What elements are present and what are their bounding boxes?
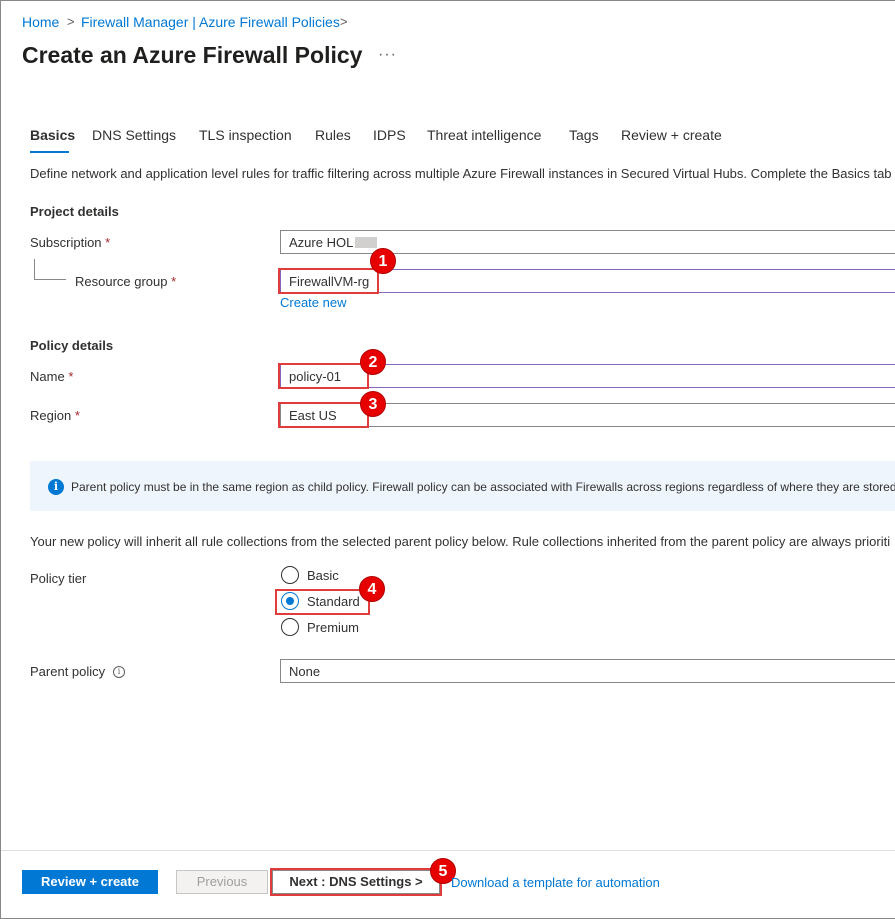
radio-basic-label[interactable]: Basic bbox=[307, 568, 339, 583]
highlight-box bbox=[278, 268, 379, 294]
tab-threat-intelligence[interactable]: Threat intelligence bbox=[427, 127, 541, 143]
highlight-box bbox=[278, 363, 369, 389]
radio-basic[interactable] bbox=[281, 566, 299, 584]
tab-tags[interactable]: Tags bbox=[569, 127, 599, 143]
subscription-select[interactable]: Azure HOL bbox=[280, 230, 895, 254]
more-options-icon[interactable]: ··· bbox=[378, 46, 397, 64]
radio-premium[interactable] bbox=[281, 618, 299, 636]
project-details-heading: Project details bbox=[30, 204, 119, 219]
tab-tls-inspection[interactable]: TLS inspection bbox=[199, 127, 292, 143]
highlight-box bbox=[278, 402, 369, 428]
info-banner-text: Parent policy must be in the same region… bbox=[71, 480, 895, 494]
step-badge-1: 1 bbox=[370, 248, 396, 274]
parent-policy-label: Parent policy bbox=[30, 664, 106, 679]
step-badge-4: 4 bbox=[359, 576, 385, 602]
subscription-label: Subscription * bbox=[30, 235, 111, 250]
name-label: Name * bbox=[30, 369, 74, 384]
info-icon[interactable]: i bbox=[113, 666, 125, 678]
footer-divider bbox=[1, 850, 895, 851]
page-title: Create an Azure Firewall Policy bbox=[22, 42, 363, 68]
tree-connector bbox=[34, 259, 35, 280]
review-create-button[interactable]: Review + create bbox=[22, 870, 158, 894]
breadcrumb-home[interactable]: Home bbox=[22, 14, 59, 30]
redacted-block bbox=[355, 237, 378, 248]
step-badge-2: 2 bbox=[360, 349, 386, 375]
tab-dns-settings[interactable]: DNS Settings bbox=[92, 127, 176, 143]
tab-review-create[interactable]: Review + create bbox=[621, 127, 722, 143]
region-label: Region * bbox=[30, 408, 80, 423]
policy-details-heading: Policy details bbox=[30, 338, 114, 353]
tab-rules[interactable]: Rules bbox=[315, 127, 351, 143]
info-banner: i Parent policy must be in the same regi… bbox=[30, 461, 895, 511]
radio-premium-label[interactable]: Premium bbox=[307, 620, 359, 635]
tab-idps[interactable]: IDPS bbox=[373, 127, 406, 143]
resource-group-label: Resource group * bbox=[75, 274, 177, 289]
highlight-box bbox=[275, 589, 370, 615]
tab-active-indicator bbox=[30, 151, 69, 153]
highlight-box bbox=[270, 868, 442, 896]
chevron-right-icon: > bbox=[340, 14, 348, 29]
parent-policy-select[interactable]: None bbox=[280, 659, 895, 683]
firewall-policy-blade: Home > Firewall Manager | Azure Firewall… bbox=[0, 0, 895, 919]
tree-connector bbox=[34, 279, 66, 280]
policy-tier-label: Policy tier bbox=[30, 571, 87, 586]
info-icon: i bbox=[48, 479, 64, 495]
create-new-link[interactable]: Create new bbox=[280, 295, 346, 310]
breadcrumb-firewall-manager[interactable]: Firewall Manager | Azure Firewall Polici… bbox=[81, 14, 340, 30]
step-badge-3: 3 bbox=[360, 391, 386, 417]
inherit-description: Your new policy will inherit all rule co… bbox=[30, 534, 891, 549]
tab-description: Define network and application level rul… bbox=[30, 166, 895, 181]
previous-button[interactable]: Previous bbox=[176, 870, 268, 894]
chevron-right-icon: > bbox=[67, 14, 75, 29]
tab-basics[interactable]: Basics bbox=[30, 127, 75, 143]
download-template-link[interactable]: Download a template for automation bbox=[451, 875, 660, 890]
